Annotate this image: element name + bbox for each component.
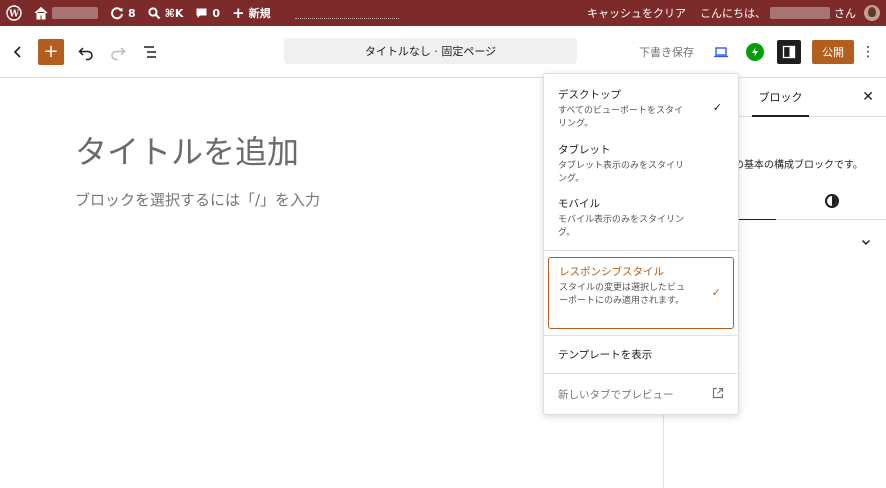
- responsive-style-label: レスポンシブスタイル: [559, 266, 664, 278]
- site-name-button[interactable]: [28, 0, 104, 26]
- settings-sidebar-button[interactable]: [774, 37, 804, 67]
- command-palette-button[interactable]: ⌘K: [142, 0, 190, 26]
- mobile-option-label: モバイル: [558, 198, 600, 210]
- desktop-icon: [714, 47, 728, 58]
- block-appender-hint[interactable]: ブロックを選択するには「/」を入力: [75, 189, 320, 210]
- username-blurred: [770, 7, 830, 19]
- styles-tab-contrast-icon[interactable]: [825, 194, 839, 208]
- updates-button[interactable]: 8: [104, 0, 142, 26]
- check-icon: ✓: [712, 101, 722, 114]
- panel-toggle-button[interactable]: [860, 236, 872, 251]
- redo-icon: [111, 46, 126, 60]
- editor-header: + タイトルなし · 固定ページ 下書き保存 公開 ⋮: [0, 26, 886, 78]
- menu-separator: [544, 373, 738, 374]
- clear-cache-button[interactable]: キャッシュをクリア: [581, 0, 700, 26]
- chevron-down-icon: [861, 239, 871, 246]
- save-draft-button[interactable]: 下書き保存: [631, 44, 702, 60]
- search-icon: [148, 6, 160, 19]
- new-content-button[interactable]: + 新規: [226, 0, 277, 26]
- comment-icon: [196, 8, 207, 18]
- search-shortcut: ⌘K: [164, 6, 184, 20]
- avatar: [864, 5, 880, 21]
- list-view-icon: [144, 45, 156, 58]
- show-template-option[interactable]: テンプレートを表示: [558, 347, 728, 362]
- document-bar[interactable]: タイトルなし · 固定ページ: [284, 38, 577, 64]
- plus-icon: +: [43, 41, 59, 62]
- svg-text:W: W: [8, 10, 20, 20]
- check-icon: ✓: [711, 286, 721, 299]
- desktop-option-label: デスクトップ: [558, 89, 621, 101]
- document-overview-button[interactable]: [134, 36, 166, 68]
- new-label: 新規: [248, 7, 271, 20]
- desktop-option[interactable]: デスクトップ すべてのビューポートをスタイリング。 ✓: [558, 87, 728, 131]
- dotted-placeholder: [294, 7, 399, 19]
- external-link-icon: [712, 387, 724, 399]
- refresh-icon: [111, 7, 123, 20]
- greeting-label: こんにちは、: [700, 7, 766, 20]
- desktop-option-desc: すべてのビューポートをスタイリング。: [558, 106, 684, 129]
- show-template-label: テンプレートを表示: [558, 349, 653, 361]
- plus-icon: +: [232, 3, 245, 22]
- more-vertical-icon: ⋮: [861, 44, 875, 60]
- updates-count: 8: [128, 6, 136, 20]
- mobile-option-desc: モバイル表示のみをスタイリング。: [558, 215, 685, 238]
- block-description: の基本の構成ブロックです。: [734, 160, 863, 171]
- site-name-blurred: [52, 7, 98, 19]
- clear-cache-label: キャッシュをクリア: [587, 7, 686, 20]
- document-title: タイトルなし · 固定ページ: [364, 45, 497, 58]
- honorific-label: さん: [834, 7, 856, 20]
- back-button[interactable]: [2, 36, 34, 68]
- comments-count: 0: [212, 6, 221, 20]
- close-icon: ✕: [862, 89, 874, 105]
- publish-button[interactable]: 公開: [812, 40, 854, 64]
- wordpress-logo-button[interactable]: W: [0, 0, 28, 26]
- wordpress-icon: W: [6, 5, 22, 21]
- tab-block[interactable]: ブロック: [752, 79, 809, 117]
- responsive-style-desc: スタイルの変更は選択したビューポートにのみ適用されます。: [559, 283, 686, 306]
- block-inserter-button[interactable]: +: [38, 38, 64, 65]
- redo-button[interactable]: [102, 36, 134, 68]
- tablet-option[interactable]: タブレット タブレット表示のみをスタイリング。: [558, 142, 728, 186]
- menu-separator: [544, 335, 738, 336]
- undo-button[interactable]: [70, 36, 102, 68]
- mobile-option[interactable]: モバイル モバイル表示のみをスタイリング。: [558, 196, 728, 240]
- home-icon: [34, 6, 48, 20]
- options-menu-button[interactable]: ⋮: [858, 44, 878, 60]
- chevron-left-icon: [13, 45, 21, 58]
- close-sidebar-button[interactable]: ✕: [862, 89, 874, 105]
- comments-button[interactable]: 0: [189, 0, 226, 26]
- jetpack-button[interactable]: [740, 37, 770, 67]
- view-options-dropdown: デスクトップ すべてのビューポートをスタイリング。 ✓ タブレット タブレット表…: [543, 73, 739, 415]
- post-title-placeholder[interactable]: タイトルを追加: [75, 127, 299, 173]
- responsive-style-option[interactable]: レスポンシブスタイル スタイルの変更は選択したビューポートにのみ適用されます。 …: [548, 257, 734, 329]
- jetpack-icon: [746, 43, 764, 61]
- preview-new-tab-link[interactable]: 新しいタブでプレビュー: [558, 387, 728, 402]
- sidebar-icon: [777, 40, 801, 64]
- account-menu[interactable]: こんにちは、 さん: [700, 0, 886, 26]
- tablet-option-desc: タブレット表示のみをスタイリング。: [558, 161, 685, 184]
- preview-device-button[interactable]: [706, 37, 736, 67]
- tablet-option-label: タブレット: [558, 144, 611, 156]
- preview-new-tab-label: 新しいタブでプレビュー: [558, 389, 674, 401]
- admin-bar: W 8 ⌘K 0 + 新規 キャッシュをクリア こんにちは、 さん: [0, 0, 886, 26]
- undo-icon: [78, 46, 93, 60]
- menu-separator: [544, 250, 738, 251]
